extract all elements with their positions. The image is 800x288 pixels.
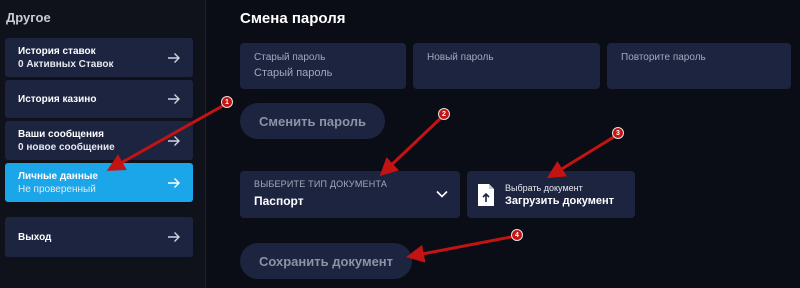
save-document-button[interactable]: Сохранить документ — [240, 243, 412, 279]
annotation-badge-1: 1 — [221, 96, 233, 108]
annotation-arrow-4 — [406, 234, 517, 263]
document-upload-icon — [478, 183, 494, 206]
sidebar-item-label: Выход — [18, 231, 52, 243]
annotation-badge-2: 2 — [438, 108, 450, 120]
arrow-right-icon — [168, 177, 180, 188]
arrow-right-icon — [168, 232, 180, 242]
page-title: Смена пароля — [240, 10, 346, 27]
sidebar-item-label: История ставок — [18, 45, 96, 57]
new-password-field[interactable]: Новый пароль — [413, 43, 600, 89]
sidebar: Другое История ставок 0 Активных Ставок … — [0, 0, 206, 288]
old-password-field[interactable]: Старый пароль Старый пароль — [240, 43, 406, 89]
repeat-password-field[interactable]: Повторите пароль — [607, 43, 791, 89]
sidebar-item-label: Личные данные — [18, 170, 98, 182]
old-password-value[interactable]: Старый пароль — [254, 67, 392, 79]
sidebar-item-casino-history[interactable]: История казино — [5, 80, 193, 118]
sidebar-item-personal-data[interactable]: Личные данные Не проверенный — [5, 163, 193, 202]
arrow-right-icon — [168, 135, 180, 146]
upload-document-button[interactable]: Выбрать документ Загрузить документ — [467, 171, 635, 218]
sidebar-item-sublabel: 0 Активных Ставок — [18, 58, 114, 70]
sidebar-item-messages[interactable]: Ваши сообщения 0 новое сообщение — [5, 121, 193, 160]
sidebar-item-sublabel: 0 новое сообщение — [18, 141, 115, 153]
annotation-arrow-3 — [546, 133, 618, 179]
sidebar-item-logout[interactable]: Выход — [5, 217, 193, 257]
arrow-right-icon — [168, 94, 180, 104]
repeat-password-label: Повторите пароль — [621, 52, 706, 63]
sidebar-item-sublabel: Не проверенный — [18, 183, 96, 195]
sidebar-item-label: Ваши сообщения — [18, 128, 105, 140]
upload-label: Загрузить документ — [505, 194, 615, 207]
annotation-badge-4: 4 — [511, 229, 523, 241]
change-password-button[interactable]: Сменить пароль — [240, 103, 385, 139]
new-password-label: Новый пароль — [427, 52, 494, 63]
document-type-value: Паспорт — [254, 194, 304, 208]
annotation-arrow-2 — [379, 114, 445, 177]
document-type-select[interactable]: ВЫБЕРИТЕ ТИП ДОКУМЕНТА Паспорт — [240, 171, 460, 218]
old-password-label: Старый пароль — [254, 52, 326, 63]
sidebar-item-bet-history[interactable]: История ставок 0 Активных Ставок — [5, 38, 193, 77]
upload-hint: Выбрать документ — [505, 182, 583, 193]
arrow-right-icon — [168, 52, 180, 63]
sidebar-title: Другое — [6, 10, 51, 25]
chevron-down-icon — [436, 190, 448, 198]
document-type-label: ВЫБЕРИТЕ ТИП ДОКУМЕНТА — [254, 179, 388, 189]
sidebar-item-label: История казино — [18, 93, 97, 105]
annotation-badge-3: 3 — [612, 127, 624, 139]
